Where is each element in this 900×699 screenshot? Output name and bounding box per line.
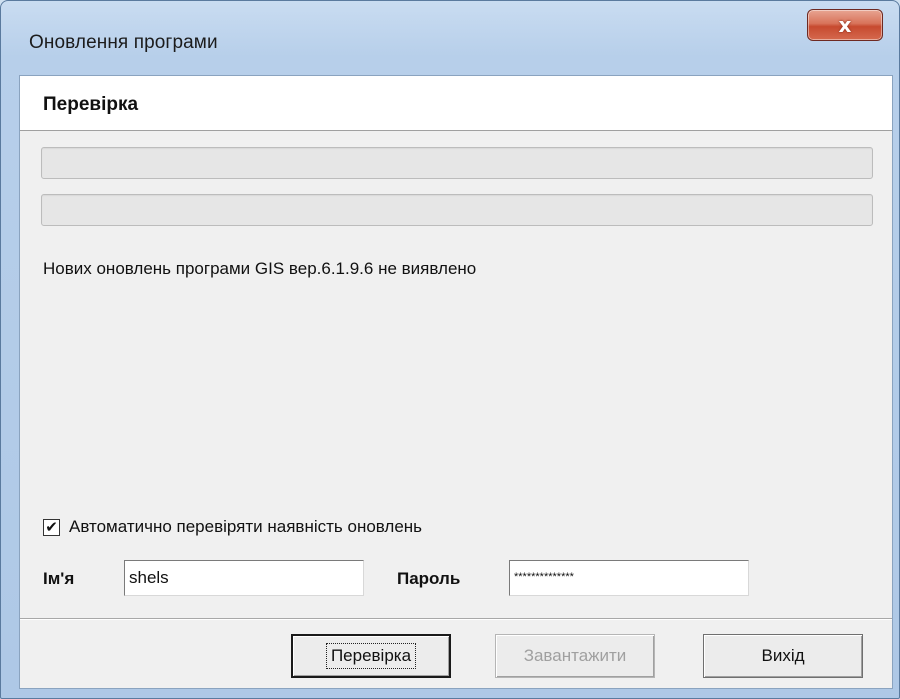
auto-check-checkbox[interactable]: ✔: [43, 517, 60, 536]
dialog-client-area: Перевірка Нових оновлень програми GIS ве…: [19, 75, 893, 689]
button-separator: [20, 618, 892, 620]
header-panel: Перевірка: [20, 76, 892, 131]
progress-bar-secondary: [41, 194, 873, 226]
status-message: Нових оновлень програми GIS вер.6.1.9.6 …: [43, 259, 477, 278]
close-icon: x: [838, 13, 852, 37]
download-button-label: Завантажити: [523, 646, 627, 665]
checkmark-icon: ✔: [45, 517, 58, 536]
auto-check-row[interactable]: ✔ Автоматично перевіряти наявність оновл…: [43, 515, 422, 539]
check-button[interactable]: Перевірка: [291, 634, 451, 678]
download-button[interactable]: Завантажити: [495, 634, 655, 678]
progress-bar-primary: [41, 147, 873, 179]
auto-check-label[interactable]: Автоматично перевіряти наявність оновлен…: [69, 517, 422, 537]
password-label: Пароль: [397, 569, 461, 588]
check-button-label: Перевірка: [325, 643, 417, 669]
exit-button[interactable]: Вихід: [703, 634, 863, 678]
update-dialog-window: Оновлення програми x Перевірка Нових оно…: [0, 0, 900, 699]
header-title: Перевірка: [43, 94, 139, 115]
name-input[interactable]: [124, 560, 364, 596]
password-input[interactable]: [509, 560, 749, 596]
exit-button-label: Вихід: [761, 646, 805, 665]
title-bar[interactable]: Оновлення програми x: [1, 1, 899, 81]
name-label: Ім'я: [43, 569, 75, 588]
window-title: Оновлення програми: [29, 32, 218, 53]
close-button[interactable]: x: [807, 9, 883, 41]
